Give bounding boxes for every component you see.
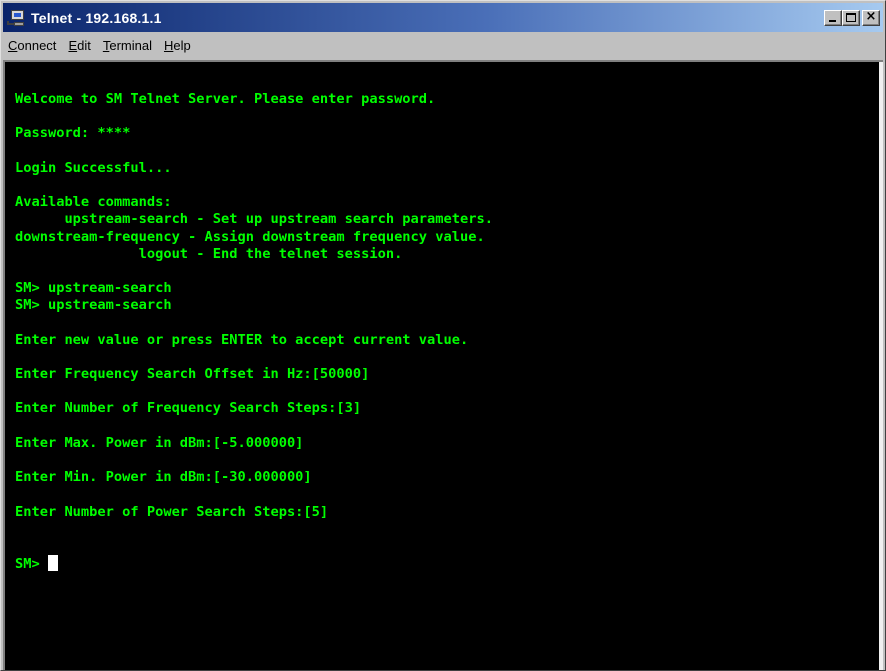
menu-help[interactable]: Help bbox=[158, 36, 197, 55]
terminal-line-text: Enter Max. Power in dBm:[-5.000000] bbox=[15, 434, 304, 451]
terminal-line: SM> upstream-search bbox=[15, 297, 493, 314]
menu-connect[interactable]: Connect bbox=[3, 36, 62, 55]
minimize-icon bbox=[829, 19, 836, 22]
telnet-window: Telnet - 192.168.1.1 × Connect Edit Term… bbox=[0, 0, 886, 671]
terminal-line: Password: **** bbox=[15, 125, 493, 142]
terminal-line: Enter Number of Frequency Search Steps:[… bbox=[15, 400, 493, 417]
terminal-line: Enter Max. Power in dBm:[-5.000000] bbox=[15, 435, 493, 452]
terminal-line-text: Enter Min. Power in dBm:[-30.000000] bbox=[15, 469, 312, 486]
terminal-line: Welcome to SM Telnet Server. Please ente… bbox=[15, 91, 493, 108]
terminal-prompt-line: SM> bbox=[15, 555, 493, 572]
minimize-button[interactable] bbox=[824, 9, 842, 26]
menu-edit[interactable]: Edit bbox=[62, 36, 96, 55]
scrollbar-edge bbox=[879, 62, 883, 670]
text-cursor bbox=[47, 555, 58, 572]
terminal-line-text: Enter Number of Frequency Search Steps:[… bbox=[15, 400, 362, 417]
terminal-line-text: upstream-search - Set up upstream search… bbox=[15, 211, 493, 228]
close-button[interactable]: × bbox=[862, 8, 880, 26]
terminal-line: Enter Min. Power in dBm:[-30.000000] bbox=[15, 469, 493, 486]
terminal-line-text: Password: **** bbox=[15, 125, 131, 142]
terminal-line-text: SM> bbox=[15, 556, 48, 573]
maximize-icon bbox=[846, 12, 856, 22]
terminal-line: Enter new value or press ENTER to accept… bbox=[15, 332, 493, 349]
menu-bar: Connect Edit Terminal Help bbox=[3, 32, 883, 58]
terminal-output: Welcome to SM Telnet Server. Please ente… bbox=[15, 91, 493, 572]
terminal-line-text: Enter new value or press ENTER to accept… bbox=[15, 331, 469, 348]
title-bar[interactable]: Telnet - 192.168.1.1 × bbox=[3, 3, 883, 32]
terminal-line: SM> upstream-search bbox=[15, 280, 493, 297]
terminal-line-text: Enter Number of Power Search Steps:[5] bbox=[15, 503, 329, 520]
terminal-line-text: SM> upstream-search bbox=[15, 280, 172, 297]
terminal-line-text: Login Successful... bbox=[15, 159, 172, 176]
terminal-line: downstream-frequency - Assign downstream… bbox=[15, 229, 493, 246]
terminal-line: logout - End the telnet session. bbox=[15, 246, 493, 263]
terminal-line-text: Enter Frequency Search Offset in Hz:[500… bbox=[15, 366, 370, 382]
terminal-line: Enter Frequency Search Offset in Hz:[500… bbox=[15, 366, 493, 383]
terminal-line-text: downstream-frequency - Assign downstream… bbox=[15, 228, 485, 245]
terminal-line: upstream-search - Set up upstream search… bbox=[15, 211, 493, 228]
window-controls: × bbox=[824, 8, 880, 26]
telnet-app-icon[interactable] bbox=[7, 9, 25, 27]
menu-terminal[interactable]: Terminal bbox=[97, 36, 158, 55]
close-icon: × bbox=[865, 8, 877, 24]
terminal-screen[interactable]: Welcome to SM Telnet Server. Please ente… bbox=[3, 60, 883, 670]
terminal-line: Available commands: bbox=[15, 194, 493, 211]
terminal-line: Login Successful... bbox=[15, 160, 493, 177]
maximize-button[interactable] bbox=[842, 9, 860, 26]
terminal-line-text: Welcome to SM Telnet Server. Please ente… bbox=[15, 91, 436, 107]
terminal-line-text: logout - End the telnet session. bbox=[15, 245, 403, 262]
terminal-line-text: SM> upstream-search bbox=[15, 297, 172, 314]
terminal-line-text: Available commands: bbox=[15, 194, 172, 211]
window-title: Telnet - 192.168.1.1 bbox=[31, 9, 162, 26]
terminal-line: Enter Number of Power Search Steps:[5] bbox=[15, 504, 493, 521]
